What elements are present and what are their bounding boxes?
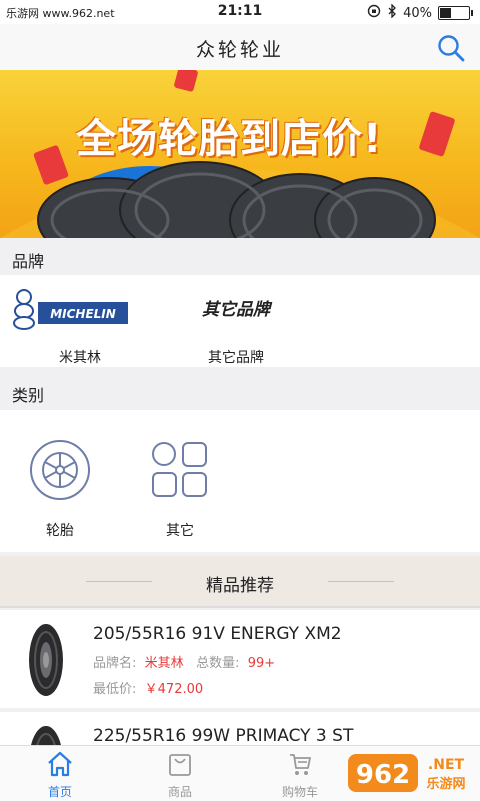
brand-label: 米其林 — [59, 350, 101, 366]
product-price-row: 最低价: ￥472.00 — [93, 678, 203, 697]
tab-bar: 首页 商品 购物车 962 .NET 乐游网 — [0, 745, 480, 801]
brand-label: 其它品牌 — [208, 350, 264, 366]
tyre-icon — [30, 440, 90, 500]
status-icons: 40% — [367, 3, 473, 22]
banner-headline: 全场轮胎到店价! — [76, 116, 383, 162]
category-section-title: 类别 — [12, 386, 45, 405]
search-icon[interactable] — [436, 33, 466, 63]
battery-percent: 40% — [403, 5, 432, 21]
brand-item-michelin[interactable]: MICHELIN 米其林 — [13, 285, 140, 366]
page-title: 众轮轮业 — [195, 39, 284, 61]
recommend-header: 精品推荐 — [0, 556, 480, 608]
product-card[interactable]: 225/55R16 99W PRIMACY 3 ST — [0, 712, 480, 745]
product-card[interactable]: 205/55R16 91V ENERGY XM2 品牌名: 米其林 总数量: 9… — [0, 610, 480, 708]
battery-icon — [438, 6, 473, 20]
recommend-title: 精品推荐 — [206, 576, 274, 596]
watermark-sub: 乐游网 — [426, 776, 465, 792]
tab-label: 购物车 — [281, 785, 318, 799]
michelin-logo-text: MICHELIN — [50, 307, 116, 321]
quantity-label: 总数量: — [196, 656, 240, 671]
promo-banner[interactable]: 全场轮胎到店价! — [0, 70, 480, 238]
category-label: 轮胎 — [46, 523, 74, 539]
tab-cart[interactable]: 购物车 — [260, 750, 340, 799]
brand-panel: MICHELIN 米其林 其它品牌 其它品牌 — [0, 275, 480, 367]
other-brand-logo: 其它品牌 — [202, 300, 270, 320]
product-title: 225/55R16 99W PRIMACY 3 ST — [93, 726, 354, 745]
brand-name-value: 米其林 — [144, 656, 184, 671]
tyre-image — [29, 624, 63, 696]
cart-icon — [290, 754, 311, 775]
price-value: ￥472.00 — [144, 682, 204, 697]
tyre-image — [31, 726, 61, 745]
tab-products[interactable]: 商品 — [140, 750, 220, 799]
status-bar: 乐游网 www.962.net 21:11 40% — [0, 0, 480, 24]
price-label: 最低价: — [93, 682, 137, 697]
bag-icon — [169, 754, 191, 776]
watermark-tld: .NET — [428, 757, 465, 773]
divider — [328, 581, 394, 582]
product-title: 205/55R16 91V ENERGY XM2 — [93, 624, 342, 644]
watermark-text: 962 — [356, 760, 410, 790]
tab-home[interactable]: 首页 — [20, 750, 100, 799]
home-icon — [48, 751, 72, 777]
category-section-header: 类别 — [0, 372, 480, 408]
category-panel: 轮胎 其它 — [0, 410, 480, 552]
michelin-logo: MICHELIN — [13, 289, 128, 330]
product-meta: 品牌名: 米其林 总数量: 99+ — [93, 652, 275, 671]
tab-label: 商品 — [167, 785, 192, 799]
brand-item-other[interactable]: 其它品牌 其它品牌 — [176, 285, 296, 366]
bluetooth-icon — [387, 3, 397, 22]
category-item-tyre[interactable]: 轮胎 — [10, 420, 110, 550]
quantity-value: 99+ — [247, 656, 276, 671]
tab-label: 首页 — [47, 785, 72, 799]
category-label: 其它 — [166, 523, 194, 539]
app-header: 众轮轮业 — [0, 24, 480, 71]
brand-section-title: 品牌 — [12, 252, 45, 271]
category-item-other[interactable]: 其它 — [130, 420, 230, 550]
lock-rotation-icon — [367, 4, 381, 22]
grid-icon — [152, 442, 207, 497]
brand-name-label: 品牌名: — [93, 656, 137, 671]
site-watermark: 962 .NET 乐游网 — [348, 754, 466, 792]
brand-section-header: 品牌 — [0, 238, 480, 274]
